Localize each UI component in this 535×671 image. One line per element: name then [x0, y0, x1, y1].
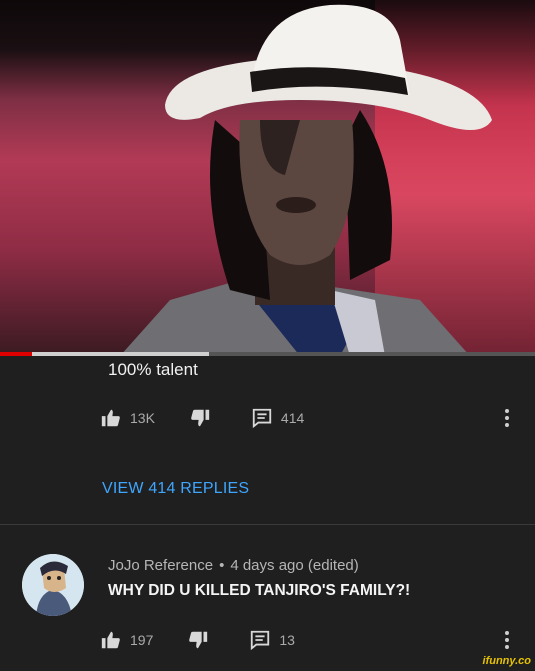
reply-like-button[interactable]: 197: [100, 629, 153, 651]
watermark: ifunny.co: [482, 655, 531, 667]
reply-count: 414: [280, 410, 305, 426]
like-button[interactable]: 13K: [100, 407, 155, 429]
like-icon: [100, 629, 122, 651]
view-replies-link[interactable]: VIEW 414 REPLIES: [102, 480, 249, 498]
reply-text: WHY DID U KILLED TANJIRO'S FAMILY?!: [108, 582, 411, 599]
dislike-icon: [187, 629, 209, 651]
dislike-icon: [189, 407, 211, 429]
more-vert-icon: [505, 409, 509, 413]
divider: [0, 524, 535, 525]
like-icon: [100, 407, 122, 429]
author-name[interactable]: JoJo Reference: [108, 557, 213, 574]
comment-more-button[interactable]: [500, 406, 514, 430]
reply-reply-button[interactable]: 13: [249, 629, 295, 651]
avatar[interactable]: [22, 554, 84, 616]
video-frame[interactable]: [0, 0, 535, 356]
comment-text: 100% talent: [108, 360, 198, 379]
reply-icon: [251, 407, 273, 429]
video-still-figure: [120, 4, 492, 356]
dislike-button[interactable]: [189, 407, 211, 429]
comment-actions: 13K 414: [100, 406, 304, 430]
reply-button[interactable]: 414: [251, 407, 304, 429]
meta-separator: •: [219, 557, 225, 574]
reply-actions: 197 13: [100, 628, 295, 652]
reply-icon: [249, 629, 271, 651]
like-count: 13K: [130, 410, 155, 426]
progress-buffered: [32, 352, 209, 356]
reply-timestamp: 4 days ago (edited): [230, 557, 359, 574]
reply-reply-count: 13: [279, 632, 295, 648]
video-progress-bar[interactable]: [0, 352, 535, 356]
reply-like-count: 197: [130, 632, 154, 648]
reply-dislike-button[interactable]: [187, 629, 209, 651]
more-vert-icon: [505, 631, 509, 635]
reply-more-button[interactable]: [500, 628, 514, 652]
progress-played: [0, 352, 33, 356]
reply-meta: JoJo Reference • 4 days ago (edited): [108, 557, 359, 574]
